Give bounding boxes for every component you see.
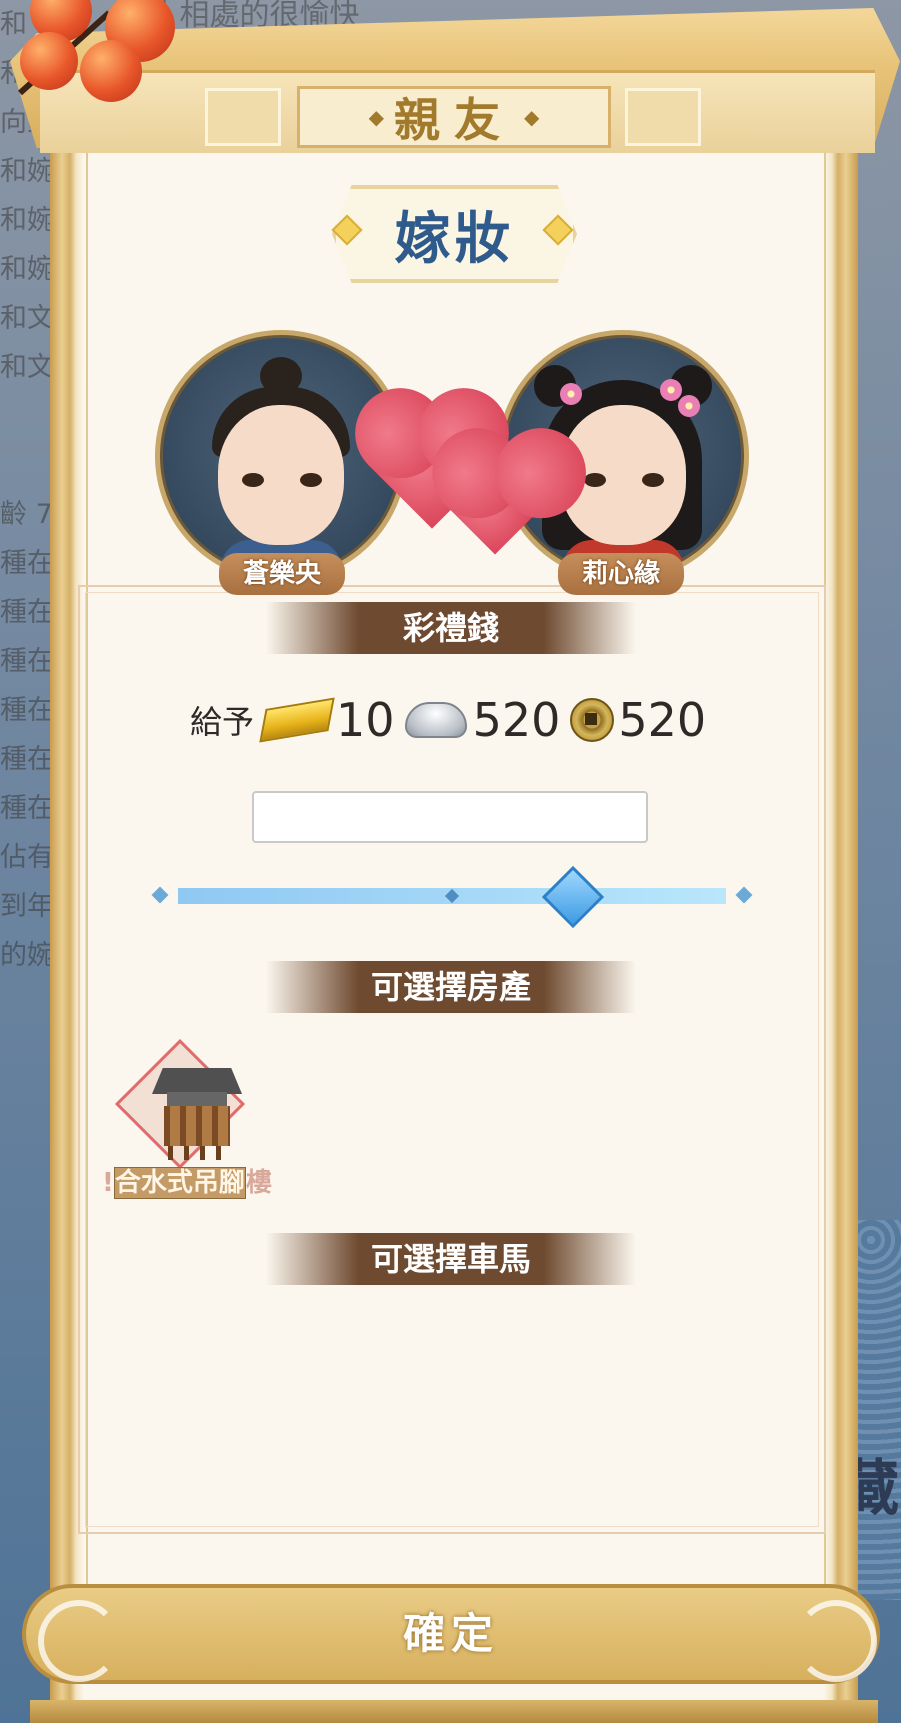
bride-name: 莉心緣 — [558, 553, 684, 595]
dowry-title-text: 嫁妝 — [394, 206, 515, 272]
header-tab-right[interactable] — [625, 88, 701, 146]
stilt-house-icon — [152, 1060, 242, 1160]
property-header: 可選擇房產 — [266, 961, 636, 1013]
groom-name: 蒼樂央 — [219, 553, 345, 595]
cloud-icon — [38, 1600, 120, 1682]
background-pattern — [851, 1220, 901, 1600]
give-label: 給予 — [190, 703, 255, 741]
confirm-button[interactable]: 確定 — [22, 1584, 880, 1684]
cloud-icon — [795, 1600, 877, 1682]
silver-amount: 520 — [472, 693, 561, 747]
header-title: ◆ 親友 ◆ — [297, 86, 611, 148]
bride-price-input[interactable] — [252, 791, 648, 843]
title-dot-icon: ◆ — [524, 105, 540, 129]
header-tab-left[interactable] — [205, 88, 281, 146]
property-item-label[interactable]: !合水式吊腳樓 — [102, 1166, 272, 1200]
property-label-selected: 合水式吊腳 — [113, 1167, 246, 1199]
bride-price-header: 彩禮錢 — [266, 602, 636, 654]
title-dot-icon: ◆ — [368, 105, 384, 129]
silver-ingot-icon — [404, 702, 467, 738]
dowry-title: 嫁妝 — [332, 185, 577, 283]
property-label-suffix: 樓 — [245, 1168, 272, 1198]
gold-ingot-icon — [259, 697, 335, 743]
carriage-header: 可選擇車馬 — [266, 1233, 636, 1285]
header-title-text: 親友 — [394, 93, 514, 147]
gold-amount: 10 — [336, 693, 395, 747]
copper-coin-icon — [570, 698, 615, 742]
scroll-bottom-rail — [30, 1700, 878, 1723]
copper-amount: 520 — [618, 693, 707, 747]
property-label-prefix: ! — [102, 1168, 114, 1198]
bride-price-row: 給予 10 520 520 — [190, 690, 716, 750]
